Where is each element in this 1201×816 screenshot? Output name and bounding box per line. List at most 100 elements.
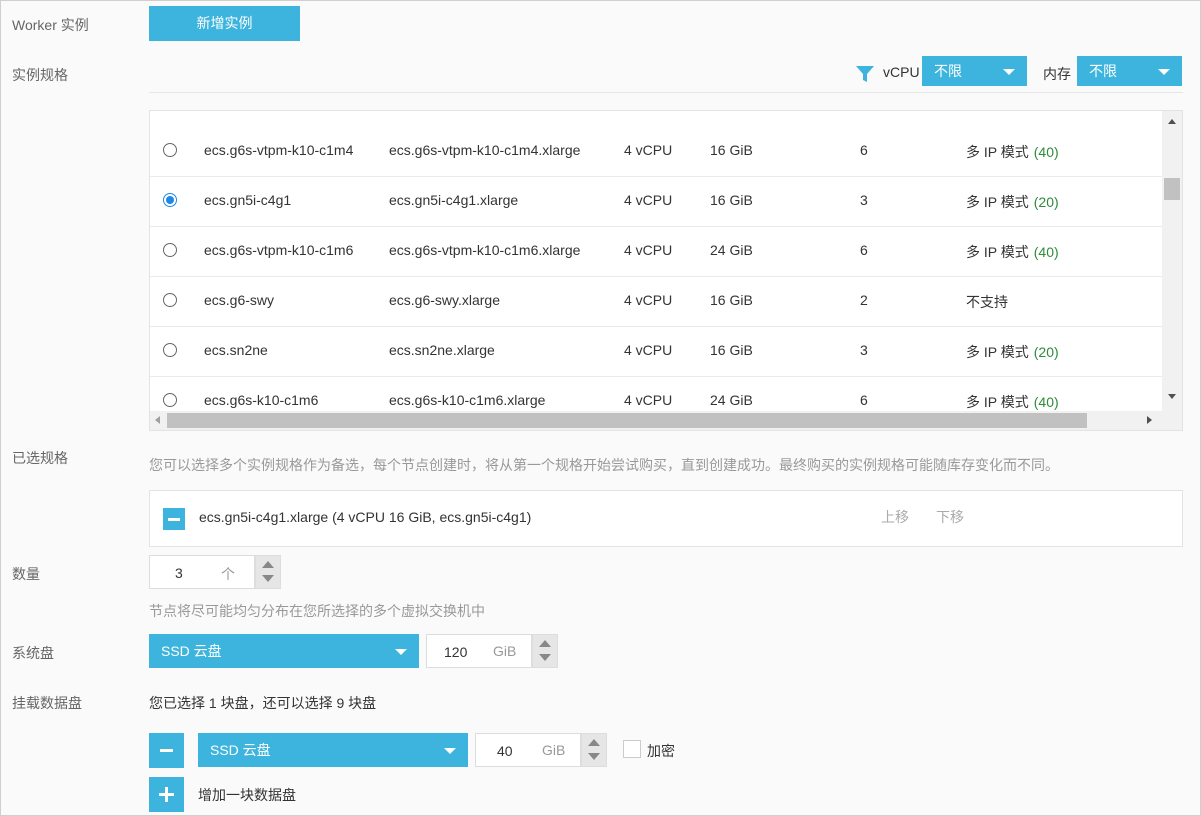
data-disk-size-unit: GiB (542, 742, 566, 758)
table-body: ecs.g6s-vtpm-k10-c1m4 ecs.g6s-vtpm-k10-c1… (150, 111, 1162, 411)
vcpu-filter-select[interactable]: 不限 (922, 56, 1027, 86)
add-data-disk-button[interactable] (149, 777, 184, 812)
selected-spec-hint: 您可以选择多个实例规格作为备选，每个节点创建时，将从第一个规格开始尝试购买，直到… (149, 457, 1059, 473)
spec-type-cell: ecs.g6-swy.xlarge (389, 292, 501, 308)
chevron-down-icon (444, 748, 456, 754)
selected-spec-text: ecs.gn5i-c4g1.xlarge (4 vCPU 16 GiB, ecs… (199, 509, 532, 525)
spec-memory-cell: 16 GiB (710, 342, 753, 358)
quantity-unit: 个 (221, 566, 235, 582)
spec-ip-mode-cell: 多 IP 模式 (40) (966, 142, 1059, 162)
remove-data-disk-button[interactable] (149, 733, 184, 768)
minus-icon (168, 518, 180, 521)
spec-ip-mode-cell: 多 IP 模式 (40) (966, 242, 1059, 262)
data-disk-type-value: SSD 云盘 (210, 742, 271, 758)
scroll-thumb[interactable] (1164, 178, 1180, 200)
spec-type-cell: ecs.g6s-vtpm-k10-c1m6.xlarge (389, 242, 581, 258)
data-disk-size-value[interactable]: 40 (497, 743, 513, 759)
spec-family-cell: ecs.gn5i-c4g1 (204, 192, 292, 208)
decrement-icon[interactable] (588, 753, 600, 760)
table-row[interactable]: ecs.g6s-k10-c1m6 ecs.g6s-k10-c1m6.xlarge 4… (150, 377, 1162, 411)
spec-ip-mode-cell: 不支持 (966, 292, 1008, 312)
spec-eni-cell: 2 (860, 292, 868, 308)
spec-eni-cell: 3 (860, 192, 868, 208)
table-row[interactable]: ecs.g6s-vtpm-k10-c1m4 ecs.g6s-vtpm-k10-c1… (150, 127, 1162, 177)
data-disk-label: 挂载数据盘 (12, 695, 82, 711)
system-disk-type-value: SSD 云盘 (161, 643, 222, 659)
move-up-link[interactable]: 上移 (881, 507, 909, 527)
spec-memory-cell: 16 GiB (710, 142, 753, 158)
spec-family-cell: ecs.g6s-vtpm-k10-c1m4 (204, 142, 354, 158)
table-row[interactable]: ecs.gn5i-c4g1 ecs.gn5i-c4g1.xlarge 4 vCPU 1… (150, 177, 1162, 227)
table-row[interactable]: ecs.g6-swy ecs.g6-swy.xlarge 4 vCPU 16 GiB 2… (150, 277, 1162, 327)
data-disk-size-stepper[interactable]: 40 GiB (475, 733, 607, 767)
spec-memory-cell: 24 GiB (710, 392, 753, 408)
row-radio[interactable] (163, 243, 177, 257)
spec-vcpu-cell: 4 vCPU (624, 192, 673, 208)
increment-icon[interactable] (539, 640, 551, 647)
row-radio[interactable] (163, 343, 177, 357)
scroll-thumb[interactable] (167, 413, 1087, 428)
table-row[interactable]: ecs.sn2ne ecs.sn2ne.xlarge 4 vCPU 16 GiB 3 多 … (150, 327, 1162, 377)
data-disk-type-select[interactable]: SSD 云盘 (198, 733, 468, 767)
spec-type-cell: ecs.gn5i-c4g1.xlarge (389, 192, 519, 208)
chevron-down-icon (1003, 69, 1015, 75)
move-down-link[interactable]: 下移 (936, 507, 964, 527)
row-radio[interactable] (163, 143, 177, 157)
vcpu-filter-value: 不限 (934, 63, 962, 79)
add-instance-button[interactable]: 新增实例 (149, 6, 300, 41)
spec-vcpu-cell: 4 vCPU (624, 242, 673, 258)
data-disk-spinner[interactable] (581, 733, 607, 767)
vertical-scrollbar[interactable] (1162, 111, 1182, 411)
ip-mode-text: 多 IP 模式 (966, 144, 1029, 160)
remove-spec-button[interactable] (163, 508, 185, 530)
add-data-disk-label[interactable]: 增加一块数据盘 (198, 785, 296, 805)
memory-filter-select[interactable]: 不限 (1077, 56, 1182, 86)
spec-vcpu-cell: 4 vCPU (624, 292, 673, 308)
scroll-right-icon[interactable] (1147, 416, 1152, 424)
row-radio[interactable] (163, 193, 177, 207)
scroll-up-icon[interactable] (1168, 119, 1176, 124)
table-row[interactable]: ecs.g6s-vtpm-k10-c1m6 ecs.g6s-vtpm-k10-c1… (150, 227, 1162, 277)
ip-count-text: (40) (1033, 394, 1059, 410)
ip-count-text: (20) (1033, 344, 1059, 360)
system-disk-spinner[interactable] (532, 634, 558, 668)
memory-filter-value: 不限 (1089, 63, 1117, 79)
spec-eni-cell: 6 (860, 242, 868, 258)
ip-mode-text: 多 IP 模式 (966, 394, 1029, 410)
spec-ip-mode-cell: 多 IP 模式 (20) (966, 192, 1059, 212)
ip-mode-text: 不支持 (966, 294, 1008, 310)
quantity-value[interactable]: 3 (175, 565, 183, 581)
system-disk-type-select[interactable]: SSD 云盘 (149, 634, 419, 668)
system-disk-size-stepper[interactable]: 120 GiB (426, 634, 558, 668)
spec-memory-cell: 16 GiB (710, 292, 753, 308)
spec-memory-cell: 16 GiB (710, 192, 753, 208)
quantity-hint: 节点将尽可能均匀分布在您所选择的多个虚拟交换机中 (149, 603, 485, 619)
data-disk-summary: 您已选择 1 块盘，还可以选择 9 块盘 (149, 695, 377, 711)
spec-eni-cell: 3 (860, 342, 868, 358)
chevron-down-icon (395, 649, 407, 655)
quantity-label: 数量 (12, 566, 40, 582)
scroll-down-icon[interactable] (1168, 394, 1176, 399)
increment-icon[interactable] (262, 561, 274, 568)
spec-family-cell: ecs.g6s-vtpm-k10-c1m6 (204, 242, 354, 258)
scroll-left-icon[interactable] (155, 416, 160, 424)
encrypt-checkbox[interactable] (623, 740, 641, 758)
ip-count-text: (40) (1033, 144, 1059, 160)
row-radio[interactable] (163, 293, 177, 307)
instance-spec-table: ecs.g6s-vtpm-k10-c1m4 ecs.g6s-vtpm-k10-c1… (149, 110, 1183, 431)
spec-eni-cell: 6 (860, 392, 868, 408)
spec-memory-cell: 24 GiB (710, 242, 753, 258)
minus-icon (160, 749, 173, 752)
quantity-stepper[interactable]: 3 个 (149, 555, 281, 589)
system-disk-label: 系统盘 (12, 645, 54, 661)
quantity-spinner[interactable] (255, 555, 281, 589)
row-radio[interactable] (163, 393, 177, 407)
horizontal-scrollbar[interactable] (150, 411, 1182, 430)
increment-icon[interactable] (588, 739, 600, 746)
ip-mode-text: 多 IP 模式 (966, 244, 1029, 260)
decrement-icon[interactable] (539, 654, 551, 661)
chevron-down-icon (1158, 69, 1170, 75)
system-disk-size-value[interactable]: 120 (444, 644, 467, 660)
spec-vcpu-cell: 4 vCPU (624, 342, 673, 358)
decrement-icon[interactable] (262, 575, 274, 582)
